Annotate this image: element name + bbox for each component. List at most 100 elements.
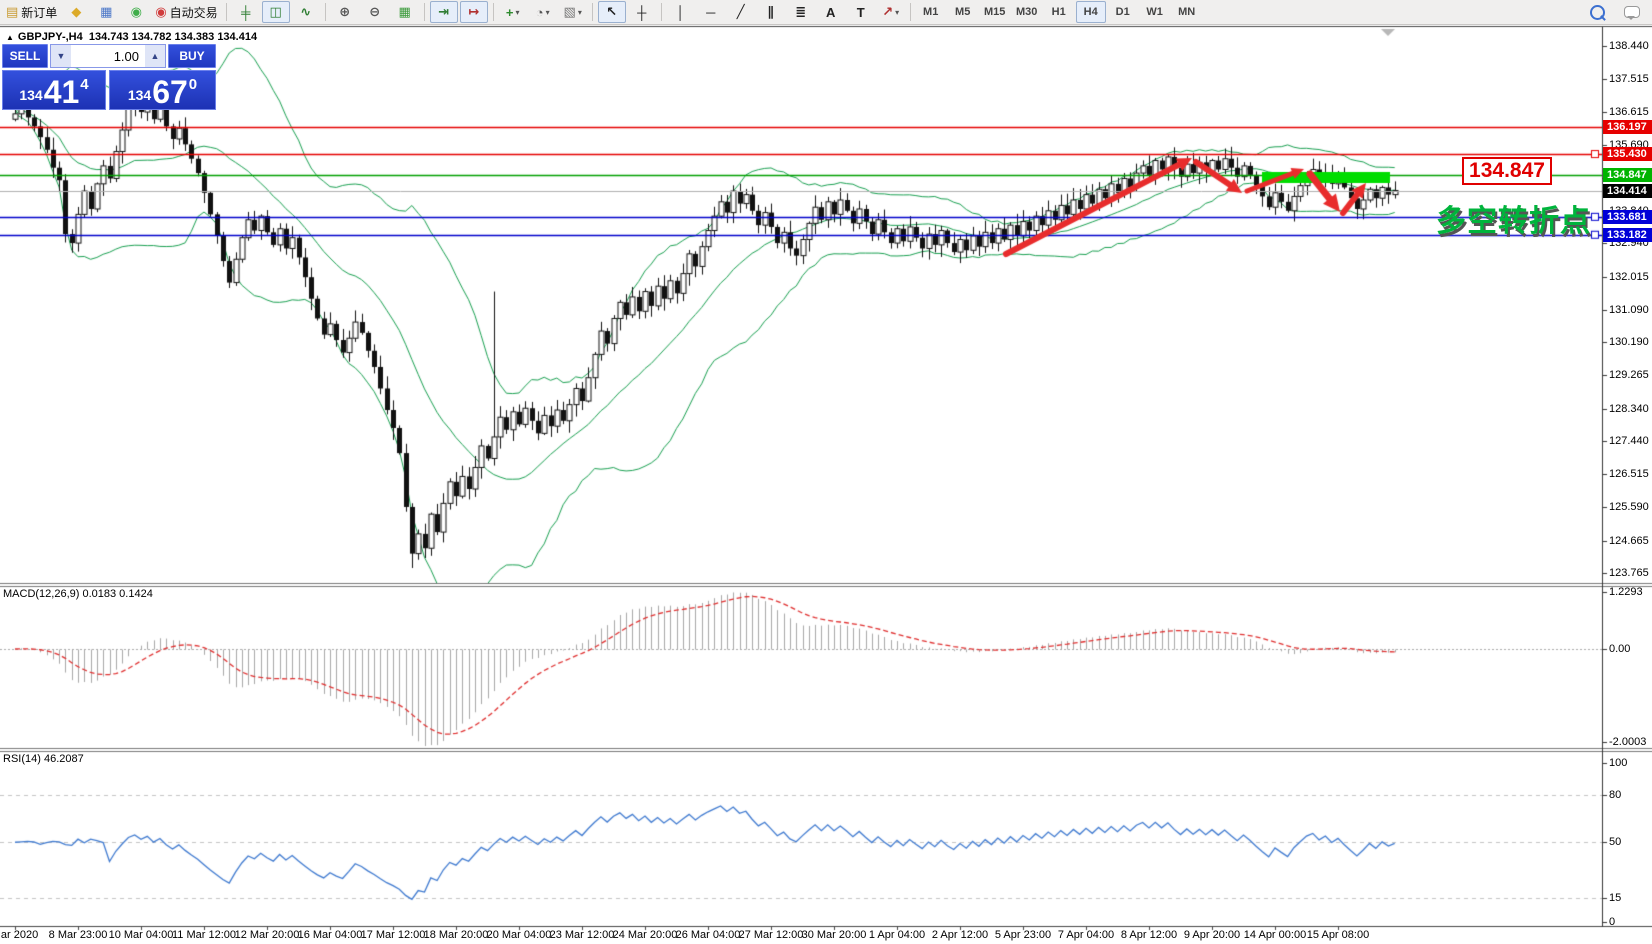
arrows-button-dropdown-icon[interactable]: ▾ [895,8,899,17]
timeframe-m30-button[interactable]: M30 [1012,1,1042,23]
bar-chart-button[interactable]: ╪ [232,1,260,23]
rsi-label: RSI(14) 46.2087 [3,753,84,765]
toolbar-separator [424,3,425,21]
tile-windows-icon: ▦ [399,4,411,20]
cursor-button[interactable]: ↖ [598,1,626,23]
price-axis-tick: 129.265 [1609,369,1649,381]
text-label-icon: T [857,5,865,20]
price-axis-tick: 126.515 [1609,468,1649,480]
indicators-button-dropdown-icon[interactable]: ▾ [515,8,519,17]
volume-increase-button[interactable]: ▲ [145,45,165,67]
channel-icon: ∥ [767,4,774,20]
templates-button[interactable]: ▧▾ [559,1,587,23]
periods-icon: ◔ [536,5,544,20]
price-axis-tick: 128.340 [1609,403,1649,415]
zoom-out-icon: ⊖ [369,4,380,20]
chart-shift-button[interactable]: ↦ [460,1,488,23]
price-axis-tick: 123.765 [1609,567,1649,579]
indicators-icon: + [506,5,514,20]
chart-canvas[interactable] [0,0,1652,944]
candlestick-chart-button[interactable]: ◫ [262,1,290,23]
fibonacci-button[interactable]: ≣ [787,1,815,23]
funnel-icon[interactable]: ◆ [62,1,90,23]
chart-window-icon-icon: ▦ [100,4,112,20]
timeframe-h4-button[interactable]: H4 [1076,1,1106,23]
crosshair-icon: ┼ [637,5,646,20]
line-chart-button[interactable]: ∿ [292,1,320,23]
timeframe-m5-button[interactable]: M5 [948,1,978,23]
timeframe-m15-button[interactable]: M15 [980,1,1010,23]
arrows-button[interactable]: ↗▾ [877,1,905,23]
turning-point-annotation[interactable]: 多空转折点 [1436,196,1591,240]
chat-button[interactable] [1618,1,1646,23]
horizontal-line-icon: ─ [706,5,715,20]
periods-button-dropdown-icon[interactable]: ▾ [546,8,550,17]
channel-button[interactable]: ∥ [757,1,785,23]
crosshair-button[interactable]: ┼ [628,1,656,23]
zoom-in-button[interactable]: ⊕ [331,1,359,23]
signal-icon-icon: ◉ [131,4,142,20]
candlestick-chart-icon: ◫ [270,4,282,20]
arrows-icon: ↗ [882,4,893,20]
mt4-terminal: ▤新订单◆▦◉◉自动交易╪◫∿⊕⊖▦⇥↦+▾◔▾▧▾↖┼│─╱∥≣AT↗▾M1M… [0,0,1652,944]
price-axis-tick: 125.590 [1609,501,1649,513]
search-button[interactable] [1583,1,1611,23]
price-badge: 136.197 [1603,120,1652,134]
templates-button-dropdown-icon[interactable]: ▾ [578,8,582,17]
rsi-axis-tick: 15 [1609,892,1621,904]
buy-price-prefix: 134 [128,87,151,103]
collapse-triangle-icon[interactable]: ▲ [6,33,14,42]
auto-scroll-button[interactable]: ⇥ [430,1,458,23]
timeframe-h1-button[interactable]: H1 [1044,1,1074,23]
buy-price-panel[interactable]: 134 67 0 [109,70,216,110]
new-order-button[interactable]: ▤新订单 [3,1,60,23]
price-axis-tick: 137.515 [1609,73,1649,85]
volume-decrease-button[interactable]: ▼ [51,45,71,67]
tile-windows-button[interactable]: ▦ [391,1,419,23]
funnel-icon-icon: ◆ [71,4,81,20]
toolbar: ▤新订单◆▦◉◉自动交易╪◫∿⊕⊖▦⇥↦+▾◔▾▧▾↖┼│─╱∥≣AT↗▾M1M… [0,0,1652,25]
periods-button[interactable]: ◔▾ [529,1,557,23]
sell-button[interactable]: SELL [2,44,48,68]
rsi-axis-tick: 0 [1609,916,1615,928]
timeframe-m1-button[interactable]: M1 [916,1,946,23]
price-callout-label[interactable]: 134.847 [1462,157,1552,185]
zoom-out-button[interactable]: ⊖ [361,1,389,23]
toolbar-separator [493,3,494,21]
chart-window-icon[interactable]: ▦ [92,1,120,23]
price-axis-tick: 138.440 [1609,40,1649,52]
toolbar-separator [325,3,326,21]
buy-price-main: 67 [152,79,188,105]
buy-button[interactable]: BUY [168,44,216,68]
price-badge: 134.847 [1603,168,1652,182]
text-button[interactable]: A [817,1,845,23]
bar-chart-icon: ╪ [241,5,250,20]
price-axis-tick: 132.015 [1609,271,1649,283]
autotrade-button[interactable]: ◉自动交易 [152,1,220,23]
autotrade-icon: ◉ [155,4,166,20]
macd-axis-tick: -2.0003 [1609,736,1646,748]
horizontal-line-button[interactable]: ─ [697,1,725,23]
timeframe-d1-button[interactable]: D1 [1108,1,1138,23]
signal-icon[interactable]: ◉ [122,1,150,23]
trendline-button[interactable]: ╱ [727,1,755,23]
text-label-button[interactable]: T [847,1,875,23]
vertical-line-button[interactable]: │ [667,1,695,23]
price-axis-tick: 124.665 [1609,535,1649,547]
fibonacci-icon: ≣ [795,4,806,20]
toolbar-separator [910,3,911,21]
toolbar-separator [226,3,227,21]
auto-scroll-icon: ⇥ [438,4,449,20]
price-axis-tick: 127.440 [1609,435,1649,447]
sell-price-pip: 4 [80,76,88,93]
sell-price-prefix: 134 [19,87,42,103]
timeframe-w1-button[interactable]: W1 [1140,1,1170,23]
sell-price-panel[interactable]: 134 41 4 [2,70,106,110]
price-badge: 133.182 [1603,228,1652,242]
vertical-line-icon: │ [677,5,685,20]
macd-label: MACD(12,26,9) 0.0183 0.1424 [3,588,153,600]
price-axis-tick: 131.090 [1609,304,1649,316]
indicators-button[interactable]: +▾ [499,1,527,23]
volume-value[interactable]: 1.00 [71,45,145,67]
timeframe-mn-button[interactable]: MN [1172,1,1202,23]
